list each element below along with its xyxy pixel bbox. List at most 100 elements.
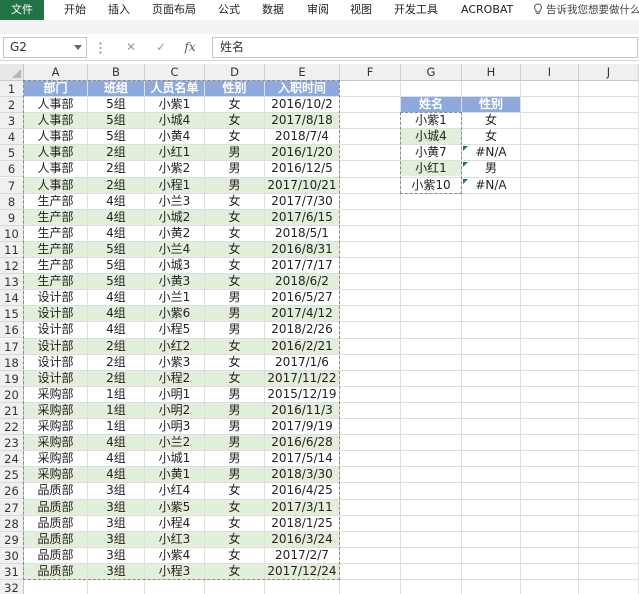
table-cell[interactable]: 2018/3/30: [265, 467, 339, 483]
lookup-cell[interactable]: #N/A: [462, 178, 520, 193]
table-cell[interactable]: 4组: [88, 194, 144, 209]
lookup-cell[interactable]: 女: [462, 113, 520, 128]
table-cell[interactable]: 2016/6/28: [265, 435, 339, 451]
chevron-down-icon[interactable]: [74, 45, 82, 50]
ribbon-tab-2[interactable]: 插入: [108, 0, 138, 20]
table-cell[interactable]: 生产部: [24, 194, 87, 209]
table-cell[interactable]: 2016/4/25: [265, 483, 339, 498]
table-cell[interactable]: 4组: [88, 226, 144, 241]
table-cell[interactable]: 4组: [88, 467, 144, 483]
table-cell[interactable]: 小明1: [145, 387, 204, 402]
table-cell[interactable]: 小兰1: [145, 290, 204, 305]
row-header-4[interactable]: 4: [0, 129, 24, 146]
table-cell[interactable]: 女: [205, 516, 264, 531]
column-header-e[interactable]: E: [265, 64, 340, 81]
table-cell[interactable]: 小黄3: [145, 274, 204, 290]
table-cell[interactable]: 女: [205, 548, 264, 563]
table-cell[interactable]: 小程3: [145, 563, 204, 579]
table-header-cell[interactable]: 人员名单: [145, 81, 204, 96]
table-cell[interactable]: 采购部: [24, 419, 87, 434]
ribbon-tab-9[interactable]: ACROBAT: [461, 0, 521, 20]
table-cell[interactable]: 2018/5/1: [265, 226, 339, 241]
column-header-g[interactable]: G: [401, 64, 462, 81]
column-header-i[interactable]: I: [521, 64, 579, 81]
table-cell[interactable]: 小城3: [145, 258, 204, 273]
formula-input[interactable]: 姓名: [212, 37, 638, 58]
row-header-10[interactable]: 10: [0, 225, 24, 242]
table-cell[interactable]: 小黄1: [145, 467, 204, 483]
worksheet-grid[interactable]: ABCDEFGHIJ 1 2 3 4 5 6 7 8 9 10 11 12 13 14 15 16 17 18 19…: [0, 64, 639, 594]
row-header-28[interactable]: 28: [0, 515, 24, 532]
cancel-icon[interactable]: ✕: [120, 38, 142, 56]
row-header-17[interactable]: 17: [0, 338, 24, 355]
column-header-a[interactable]: A: [24, 64, 88, 81]
table-cell[interactable]: 男: [205, 290, 264, 305]
table-cell[interactable]: 女: [205, 241, 264, 257]
table-cell[interactable]: 男: [205, 451, 264, 466]
table-cell[interactable]: 2017/7/30: [265, 194, 339, 209]
table-cell[interactable]: 2017/9/19: [265, 419, 339, 434]
table-cell[interactable]: 2018/1/25: [265, 516, 339, 531]
row-header-27[interactable]: 27: [0, 499, 24, 516]
table-cell[interactable]: 品质部: [24, 563, 87, 579]
row-header-11[interactable]: 11: [0, 241, 24, 258]
table-cell[interactable]: 女: [205, 531, 264, 547]
ribbon-tab-8[interactable]: 开发工具: [394, 0, 446, 20]
table-cell[interactable]: 男: [205, 402, 264, 418]
select-all-corner[interactable]: [0, 64, 24, 81]
table-cell[interactable]: 3组: [88, 548, 144, 563]
table-cell[interactable]: 人事部: [24, 145, 87, 161]
table-cell[interactable]: 女: [205, 563, 264, 579]
table-cell[interactable]: 小程4: [145, 516, 204, 531]
table-cell[interactable]: 小红2: [145, 338, 204, 354]
table-cell[interactable]: 采购部: [24, 402, 87, 418]
column-header-j[interactable]: J: [579, 64, 639, 81]
row-header-3[interactable]: 3: [0, 113, 24, 130]
table-cell[interactable]: 男: [205, 145, 264, 161]
table-cell[interactable]: 4组: [88, 322, 144, 337]
table-cell[interactable]: 品质部: [24, 531, 87, 547]
table-cell[interactable]: 5组: [88, 274, 144, 290]
table-cell[interactable]: 男: [205, 177, 264, 193]
row-header-24[interactable]: 24: [0, 451, 24, 468]
table-cell[interactable]: 4组: [88, 451, 144, 466]
more-options-icon[interactable]: [99, 42, 102, 54]
lookup-cell[interactable]: 女: [462, 129, 520, 144]
table-cell[interactable]: 小紫6: [145, 306, 204, 322]
table-cell[interactable]: 2016/8/31: [265, 241, 339, 257]
table-cell[interactable]: 男: [205, 306, 264, 322]
table-cell[interactable]: 1组: [88, 419, 144, 434]
table-cell[interactable]: 2016/12/5: [265, 161, 339, 176]
insert-function-icon[interactable]: fx: [179, 38, 201, 56]
lookup-cell[interactable]: 小黄7: [401, 145, 461, 160]
row-header-1[interactable]: 1: [0, 81, 24, 97]
table-cell[interactable]: 品质部: [24, 483, 87, 498]
table-cell[interactable]: 小紫1: [145, 97, 204, 112]
table-cell[interactable]: 生产部: [24, 241, 87, 257]
table-cell[interactable]: 女: [205, 194, 264, 209]
table-cell[interactable]: 2016/10/2: [265, 97, 339, 112]
table-cell[interactable]: 2017/7/17: [265, 258, 339, 273]
table-cell[interactable]: 2组: [88, 145, 144, 161]
row-header-13[interactable]: 13: [0, 274, 24, 291]
table-cell[interactable]: 1组: [88, 387, 144, 402]
table-cell[interactable]: 4组: [88, 306, 144, 322]
table-cell[interactable]: 2016/11/3: [265, 402, 339, 418]
row-header-21[interactable]: 21: [0, 402, 24, 419]
table-cell[interactable]: 小兰3: [145, 194, 204, 209]
row-header-26[interactable]: 26: [0, 483, 24, 500]
table-cell[interactable]: 男: [205, 322, 264, 337]
table-cell[interactable]: 设计部: [24, 355, 87, 370]
table-cell[interactable]: 4组: [88, 209, 144, 225]
row-header-9[interactable]: 9: [0, 209, 24, 226]
table-cell[interactable]: 5组: [88, 258, 144, 273]
row-header-7[interactable]: 7: [0, 177, 24, 194]
table-cell[interactable]: 3组: [88, 483, 144, 498]
table-cell[interactable]: 人事部: [24, 161, 87, 176]
table-cell[interactable]: 人事部: [24, 113, 87, 129]
table-cell[interactable]: 男: [205, 467, 264, 483]
tell-me-box[interactable]: 告诉我您想要做什么: [533, 0, 639, 20]
row-header-16[interactable]: 16: [0, 322, 24, 339]
table-cell[interactable]: 2组: [88, 338, 144, 354]
table-cell[interactable]: 2016/3/24: [265, 531, 339, 547]
